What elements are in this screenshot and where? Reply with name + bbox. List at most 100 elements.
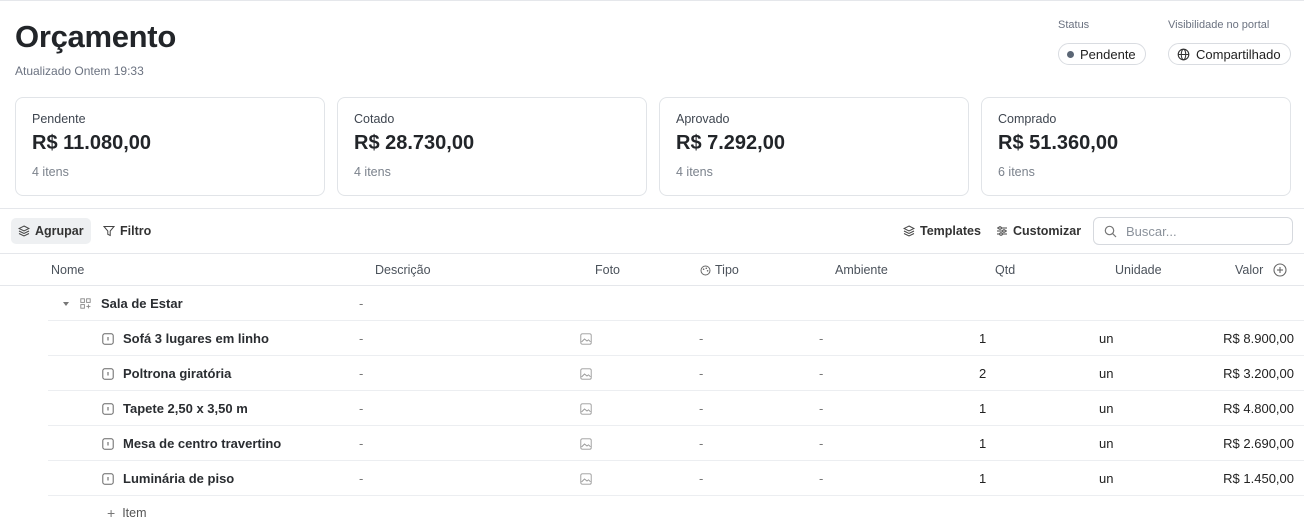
col-header-unit[interactable]: Unidade (1115, 263, 1162, 277)
image-icon (580, 472, 592, 485)
item-description[interactable]: - (359, 321, 363, 356)
table-row[interactable]: Sofá 3 lugares em linho - - - 1 un R$ 8.… (48, 321, 1304, 356)
search-icon (1104, 225, 1117, 237)
grid-icon (80, 298, 91, 309)
col-header-description[interactable]: Descrição (375, 263, 431, 277)
layers-icon (903, 225, 915, 237)
item-value[interactable]: R$ 2.690,00 (1223, 426, 1294, 461)
toolbar-divider (0, 253, 1304, 254)
item-value[interactable]: R$ 3.200,00 (1223, 356, 1294, 391)
item-room[interactable]: - (819, 391, 823, 426)
col-header-value[interactable]: Valor (1235, 263, 1263, 277)
item-room[interactable]: - (819, 461, 823, 496)
table-row[interactable]: Luminária de piso - - - 1 un R$ 1.450,00 (48, 461, 1304, 496)
customize-label: Customizar (1013, 224, 1082, 238)
summary-card-cotado[interactable]: Cotado R$ 28.730,00 4 itens (337, 97, 647, 196)
layers-icon (18, 225, 30, 237)
caret-down-icon (63, 301, 69, 306)
item-unit[interactable]: un (1099, 356, 1113, 391)
item-room[interactable]: - (819, 426, 823, 461)
item-value[interactable]: R$ 8.900,00 (1223, 321, 1294, 356)
table-row[interactable]: Tapete 2,50 x 3,50 m - - - 1 un R$ 4.800… (48, 391, 1304, 426)
summary-card-comprado[interactable]: Comprado R$ 51.360,00 6 itens (981, 97, 1291, 196)
item-name[interactable]: Poltrona giratória (123, 356, 231, 391)
add-item-button[interactable]: + Item (107, 505, 147, 521)
table-row[interactable]: Mesa de centro travertino - - - 1 un R$ … (48, 426, 1304, 461)
item-unit[interactable]: un (1099, 321, 1113, 356)
filter-label: Filtro (120, 224, 152, 238)
visibility-badge[interactable]: Compartilhado (1168, 43, 1291, 65)
col-header-room[interactable]: Ambiente (835, 263, 888, 277)
item-name[interactable]: Mesa de centro travertino (123, 426, 281, 461)
summary-card-pendente[interactable]: Pendente R$ 11.080,00 4 itens (15, 97, 325, 196)
search-input[interactable] (1126, 223, 1276, 239)
item-name[interactable]: Sofá 3 lugares em linho (123, 321, 269, 356)
item-type[interactable]: - (699, 461, 703, 496)
item-qty[interactable]: 2 (979, 356, 986, 391)
item-value[interactable]: R$ 1.450,00 (1223, 461, 1294, 496)
sliders-icon (997, 226, 1007, 236)
item-qty[interactable]: 1 (979, 461, 986, 496)
item-photo[interactable] (580, 391, 592, 426)
item-description[interactable]: - (359, 356, 363, 391)
card-label: Aprovado (676, 112, 730, 126)
status-value: Pendente (1080, 46, 1136, 62)
item-type[interactable]: - (699, 426, 703, 461)
item-icon-cell (102, 356, 114, 391)
group-description: - (359, 296, 364, 311)
card-label: Pendente (32, 112, 86, 126)
image-icon (580, 367, 592, 380)
col-header-qty[interactable]: Qtd (995, 263, 1015, 277)
customize-button[interactable]: Customizar (989, 218, 1088, 244)
col-header-name[interactable]: Nome (51, 263, 84, 277)
plus-icon: + (107, 505, 116, 521)
item-icon-cell (102, 461, 114, 496)
card-count: 4 itens (32, 165, 69, 179)
item-photo[interactable] (580, 356, 592, 391)
item-room[interactable]: - (819, 356, 823, 391)
item-photo[interactable] (580, 461, 592, 496)
add-column-icon[interactable] (1273, 263, 1287, 277)
item-name[interactable]: Luminária de piso (123, 461, 234, 496)
item-photo[interactable] (580, 321, 592, 356)
card-label: Cotado (354, 112, 395, 126)
item-type[interactable]: - (699, 356, 703, 391)
item-description[interactable]: - (359, 461, 363, 496)
status-badge[interactable]: Pendente (1058, 43, 1146, 65)
summary-card-aprovado[interactable]: Aprovado R$ 7.292,00 4 itens (659, 97, 969, 196)
item-description[interactable]: - (359, 391, 363, 426)
item-description[interactable]: - (359, 426, 363, 461)
item-icon-cell (102, 321, 114, 356)
collapse-caret[interactable] (62, 286, 70, 321)
filter-icon (103, 226, 115, 237)
item-qty[interactable]: 1 (979, 426, 986, 461)
group-label: Agrupar (35, 224, 84, 238)
col-header-photo[interactable]: Foto (595, 263, 620, 277)
item-unit[interactable]: un (1099, 391, 1113, 426)
item-qty[interactable]: 1 (979, 321, 986, 356)
card-value: R$ 11.080,00 (32, 132, 151, 154)
item-value[interactable]: R$ 4.800,00 (1223, 391, 1294, 426)
item-unit[interactable]: un (1099, 426, 1113, 461)
templates-button[interactable]: Templates (896, 218, 988, 244)
filter-button[interactable]: Filtro (96, 218, 158, 244)
col-header-type[interactable]: Tipo (700, 263, 739, 277)
templates-label: Templates (920, 224, 981, 238)
item-icon (102, 332, 114, 345)
item-photo[interactable] (580, 426, 592, 461)
top-border (0, 0, 1304, 1)
item-qty[interactable]: 1 (979, 391, 986, 426)
item-name[interactable]: Tapete 2,50 x 3,50 m (123, 391, 248, 426)
page-title: Orçamento (15, 19, 176, 54)
group-row[interactable]: Sala de Estar - (48, 286, 1304, 321)
item-type[interactable]: - (699, 391, 703, 426)
globe-icon (1177, 48, 1190, 60)
card-count: 4 itens (676, 165, 713, 179)
group-button[interactable]: Agrupar (11, 218, 91, 244)
item-unit[interactable]: un (1099, 461, 1113, 496)
item-room[interactable]: - (819, 321, 823, 356)
table-row[interactable]: Poltrona giratória - - - 2 un R$ 3.200,0… (48, 356, 1304, 391)
image-icon (580, 332, 592, 345)
item-type[interactable]: - (699, 321, 703, 356)
search-box[interactable] (1093, 217, 1293, 245)
